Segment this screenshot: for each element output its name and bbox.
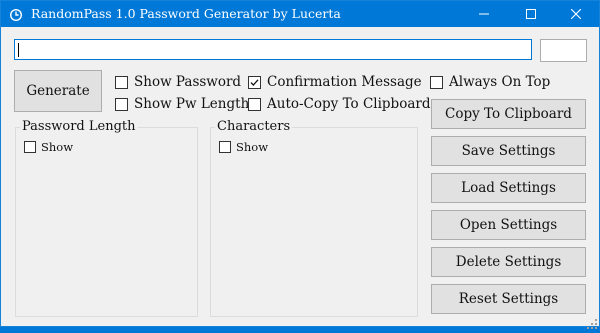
load-settings-button[interactable]: Load Settings: [431, 173, 586, 203]
title-bar[interactable]: RandomPass 1.0 Password Generator by Luc…: [1, 1, 599, 27]
characters-show-label: Show: [236, 140, 269, 154]
characters-group-title: Characters: [215, 119, 293, 134]
minimize-button[interactable]: [461, 1, 507, 27]
always-on-top-label: Always On Top: [449, 74, 551, 90]
checkbox-box: [24, 141, 36, 153]
characters-show-checkbox[interactable]: Show: [219, 140, 268, 154]
characters-group: Characters Show: [210, 119, 418, 317]
maximize-button[interactable]: [508, 1, 554, 27]
checkbox-box: [115, 75, 128, 89]
password-length-show-checkbox[interactable]: Show: [24, 140, 73, 154]
checkbox-box: [248, 97, 261, 111]
open-settings-button[interactable]: Open Settings: [431, 210, 586, 240]
password-length-group-title: Password Length: [20, 119, 138, 134]
show-password-label: Show Password: [134, 74, 242, 90]
resize-grip-icon[interactable]: [587, 314, 597, 329]
main-window: RandomPass 1.0 Password Generator by Luc…: [0, 0, 600, 329]
clock-icon: [9, 7, 23, 21]
maximize-icon: [526, 9, 536, 19]
password-output-field[interactable]: [14, 39, 532, 60]
auto-copy-label: Auto-Copy To Clipboard: [267, 96, 431, 112]
minimize-icon: [479, 13, 489, 15]
always-on-top-checkbox[interactable]: Always On Top: [430, 74, 550, 90]
save-settings-button[interactable]: Save Settings: [431, 136, 586, 166]
window-title: RandomPass 1.0 Password Generator by Luc…: [31, 6, 341, 21]
password-length-field[interactable]: [540, 39, 587, 62]
close-button[interactable]: [553, 1, 599, 27]
close-icon: [571, 9, 581, 19]
confirmation-message-label: Confirmation Message: [267, 74, 422, 90]
password-length-group: Password Length Show: [15, 119, 198, 317]
reset-settings-button[interactable]: Reset Settings: [431, 284, 586, 314]
checkbox-box: [219, 141, 231, 153]
auto-copy-checkbox[interactable]: Auto-Copy To Clipboard: [248, 96, 430, 112]
checkmark-icon: [250, 78, 259, 86]
password-length-show-label: Show: [41, 140, 74, 154]
checkbox-box: [115, 97, 128, 111]
show-pw-length-label: Show Pw Length: [134, 96, 250, 112]
copy-to-clipboard-button[interactable]: Copy To Clipboard: [431, 99, 586, 129]
show-password-checkbox[interactable]: Show Password: [115, 74, 241, 90]
confirmation-message-checkbox[interactable]: Confirmation Message: [248, 74, 422, 90]
generate-button[interactable]: Generate: [14, 70, 102, 112]
delete-settings-button[interactable]: Delete Settings: [431, 247, 586, 277]
show-pw-length-checkbox[interactable]: Show Pw Length: [115, 96, 249, 112]
checkbox-box-checked: [248, 75, 261, 89]
checkbox-box: [430, 75, 443, 89]
text-caret: [18, 43, 19, 57]
